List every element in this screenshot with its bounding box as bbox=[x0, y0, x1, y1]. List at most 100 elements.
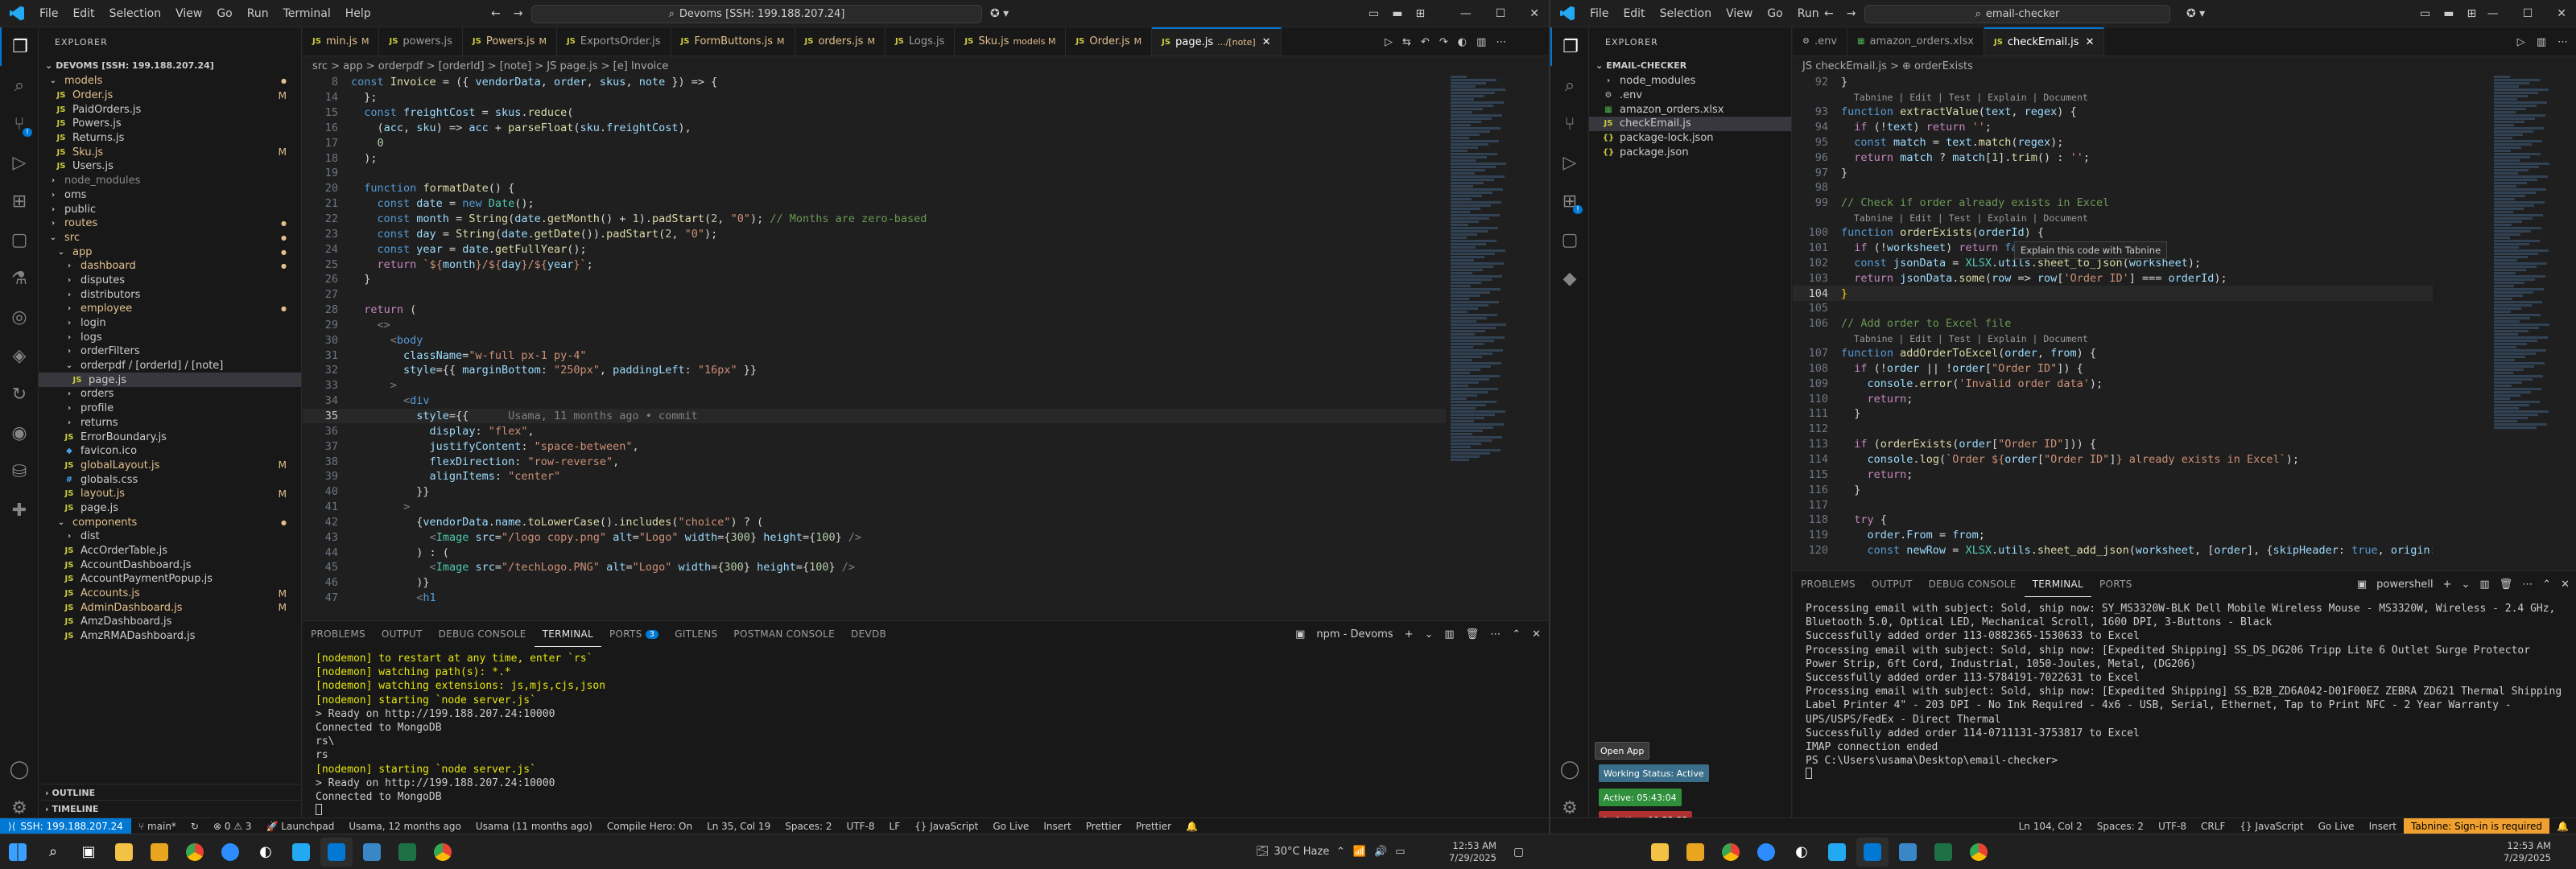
file-explorer-icon[interactable] bbox=[108, 838, 140, 867]
panel-tab-ports[interactable]: PORTS 3 bbox=[601, 621, 667, 647]
encoding-status[interactable]: UTF-8 bbox=[840, 821, 882, 832]
extensions-icon[interactable]: ⊞ bbox=[0, 182, 39, 220]
prettier-status-2[interactable]: Prettier bbox=[1129, 821, 1179, 832]
file-item[interactable]: JS ErrorBoundary.js bbox=[39, 430, 301, 444]
panel-tab-debug-console[interactable]: DEBUG CONSOLE bbox=[431, 621, 535, 647]
workspace-root[interactable]: ⌄ DEVOMS [SSH: 199.188.207.24] bbox=[39, 56, 301, 74]
puzzle-icon[interactable]: ✚ bbox=[0, 491, 39, 529]
menu-run[interactable]: Run bbox=[1790, 7, 1827, 20]
folder-item[interactable]: ⌄ orderpdf / [orderId] / [note] bbox=[39, 359, 301, 373]
prettier-status[interactable]: Prettier bbox=[1079, 821, 1129, 832]
menu-file[interactable]: File bbox=[1583, 7, 1616, 20]
source-control-icon[interactable]: ⑂ bbox=[1550, 105, 1589, 143]
close-icon[interactable]: ✕ bbox=[2557, 7, 2566, 20]
app-icon[interactable] bbox=[356, 838, 388, 867]
more-actions-icon[interactable]: ⋯ bbox=[2557, 36, 2568, 48]
explorer-icon[interactable]: ❐ bbox=[1550, 27, 1589, 66]
minimize-icon[interactable]: — bbox=[1460, 7, 1472, 20]
run-icon[interactable]: ▷ bbox=[1385, 36, 1393, 48]
vscode-active-taskbar-icon[interactable] bbox=[1856, 837, 1889, 867]
menu-edit[interactable]: Edit bbox=[65, 7, 101, 20]
file-item[interactable]: JS page.js bbox=[39, 373, 301, 388]
tab-exportsorder-js[interactable]: JS ExportsOrder.js bbox=[557, 27, 671, 56]
indentation-status[interactable]: Spaces: 2 bbox=[778, 821, 839, 832]
folder-item[interactable]: › orderFilters bbox=[39, 344, 301, 359]
menu-terminal[interactable]: Terminal bbox=[276, 7, 338, 20]
copilot-icon[interactable]: ✪ ▾ bbox=[2186, 0, 2205, 27]
file-item[interactable]: JS AccountDashboard.js bbox=[39, 558, 301, 572]
panel-tab-devdb[interactable]: DEVDB bbox=[843, 621, 894, 647]
language-mode[interactable]: {} JavaScript bbox=[2232, 821, 2310, 832]
forward-arrow-icon[interactable]: → bbox=[1847, 7, 1856, 20]
file-item[interactable]: JS globalLayout.js M bbox=[39, 459, 301, 473]
file-item[interactable]: JS Returns.js bbox=[39, 131, 301, 146]
tab-orders-js[interactable]: JS orders.js M bbox=[795, 27, 886, 56]
breadcrumb[interactable]: src > app > orderpdf > [orderId] > [note… bbox=[303, 57, 1549, 75]
zoom-icon[interactable] bbox=[1750, 838, 1782, 867]
close-icon[interactable]: ✕ bbox=[1530, 7, 1539, 20]
open-changes-icon[interactable]: ◐ bbox=[1458, 36, 1467, 48]
file-item[interactable]: JS AmzDashboard.js bbox=[39, 615, 301, 629]
command-center-search[interactable]: ⌕ Devoms [SSH: 199.188.207.24] bbox=[531, 5, 982, 23]
panel-tab-terminal[interactable]: TERMINAL bbox=[534, 621, 602, 647]
file-item[interactable]: JS Sku.js M bbox=[39, 145, 301, 159]
tab-order-js[interactable]: JS Order.js M bbox=[1066, 27, 1153, 56]
panel-tab-ports[interactable]: PORTS bbox=[2091, 571, 2140, 597]
tabnine-status[interactable]: Tabnine: Sign-in is required bbox=[2404, 818, 2550, 834]
menu-view[interactable]: View bbox=[168, 7, 209, 20]
folder-item[interactable]: › employee ● bbox=[39, 302, 301, 316]
split-terminal-icon[interactable]: ▥ bbox=[2479, 579, 2489, 591]
sync-icon[interactable]: ↻ bbox=[184, 821, 206, 832]
menu-help[interactable]: Help bbox=[338, 7, 378, 20]
tab-formbuttons-js[interactable]: JS FormButtons.js M bbox=[671, 27, 795, 56]
store-icon[interactable] bbox=[1679, 838, 1711, 867]
account-icon[interactable]: ◯ bbox=[1550, 750, 1589, 789]
git-user-status[interactable]: Usama (11 months ago) bbox=[469, 821, 600, 832]
minimap[interactable] bbox=[2489, 75, 2553, 570]
vscode-taskbar-icon[interactable] bbox=[285, 838, 317, 867]
remote-indicator[interactable]: ⟩⟨ SSH: 199.188.207.24 bbox=[0, 818, 131, 834]
folder-item[interactable]: › node_modules bbox=[39, 174, 301, 188]
add-terminal-icon[interactable]: + bbox=[1405, 628, 1414, 640]
wifi-icon[interactable]: 📶 bbox=[1353, 846, 1366, 858]
file-item[interactable]: JS PaidOrders.js bbox=[39, 102, 301, 117]
close-tab-icon[interactable]: ✕ bbox=[2086, 36, 2095, 48]
task-view-icon[interactable]: ▣ bbox=[72, 838, 105, 867]
blame-status[interactable]: Usama, 12 months ago bbox=[341, 821, 468, 832]
docker-icon[interactable]: ◈ bbox=[0, 336, 39, 375]
folder-item[interactable]: ⌄ app ● bbox=[39, 245, 301, 259]
minimize-icon[interactable]: — bbox=[2487, 7, 2499, 20]
customize-layout-icon[interactable]: ⊞ bbox=[2467, 7, 2476, 20]
folder-item[interactable]: › returns bbox=[39, 416, 301, 430]
folder-item[interactable]: › login bbox=[39, 316, 301, 331]
more-icon[interactable]: ⋯ bbox=[2522, 579, 2533, 591]
tab-min-js[interactable]: JS min.js M bbox=[303, 27, 380, 56]
weather-widget[interactable]: 🌫 30°C Haze bbox=[1256, 846, 1329, 858]
account-icon[interactable]: ◯ bbox=[0, 750, 39, 789]
copilot-icon[interactable]: ✪ ▾ bbox=[990, 0, 1009, 27]
run-debug-icon[interactable]: ▷ bbox=[1550, 143, 1589, 182]
file-item[interactable]: ⚙ .env bbox=[1589, 89, 1791, 103]
back-arrow-icon[interactable]: ← bbox=[491, 7, 501, 20]
testing-icon[interactable]: ⚗ bbox=[0, 259, 39, 298]
panel-tab-output[interactable]: OUTPUT bbox=[374, 621, 431, 647]
start-windows-icon[interactable] bbox=[2, 838, 34, 867]
chevron-down-icon[interactable]: ⌄ bbox=[2461, 579, 2470, 591]
chevron-up-icon[interactable]: ⌃ bbox=[1336, 846, 1345, 858]
folder-item[interactable]: › disputes bbox=[39, 274, 301, 288]
panel-tab-output[interactable]: OUTPUT bbox=[1864, 571, 1921, 597]
maximize-panel-icon[interactable]: ⌃ bbox=[1512, 628, 1521, 640]
workspace-root[interactable]: ⌄ EMAIL-CHECKER bbox=[1589, 56, 1791, 74]
code-editor[interactable]: 8 const Invoice = ({ vendorData, order, s… bbox=[303, 75, 1446, 620]
chrome-icon[interactable] bbox=[179, 838, 211, 867]
maximize-icon[interactable]: ☐ bbox=[1496, 7, 1506, 20]
code-editor[interactable]: 92} Tabnine | Edit | Test | Explain | Doc… bbox=[1793, 75, 2433, 570]
remote-explorer-icon[interactable]: ▢ bbox=[1550, 220, 1589, 259]
menu-selection[interactable]: Selection bbox=[102, 7, 169, 20]
problems-status[interactable]: ⊗ 0 ⚠ 3 bbox=[206, 821, 259, 832]
menu-view[interactable]: View bbox=[1719, 7, 1760, 20]
folder-item[interactable]: › logs bbox=[39, 330, 301, 344]
folder-item[interactable]: › distributors bbox=[39, 287, 301, 302]
launchpad-status[interactable]: 🚀 Launchpad bbox=[259, 821, 342, 832]
file-item[interactable]: ◆ favicon.ico bbox=[39, 444, 301, 459]
